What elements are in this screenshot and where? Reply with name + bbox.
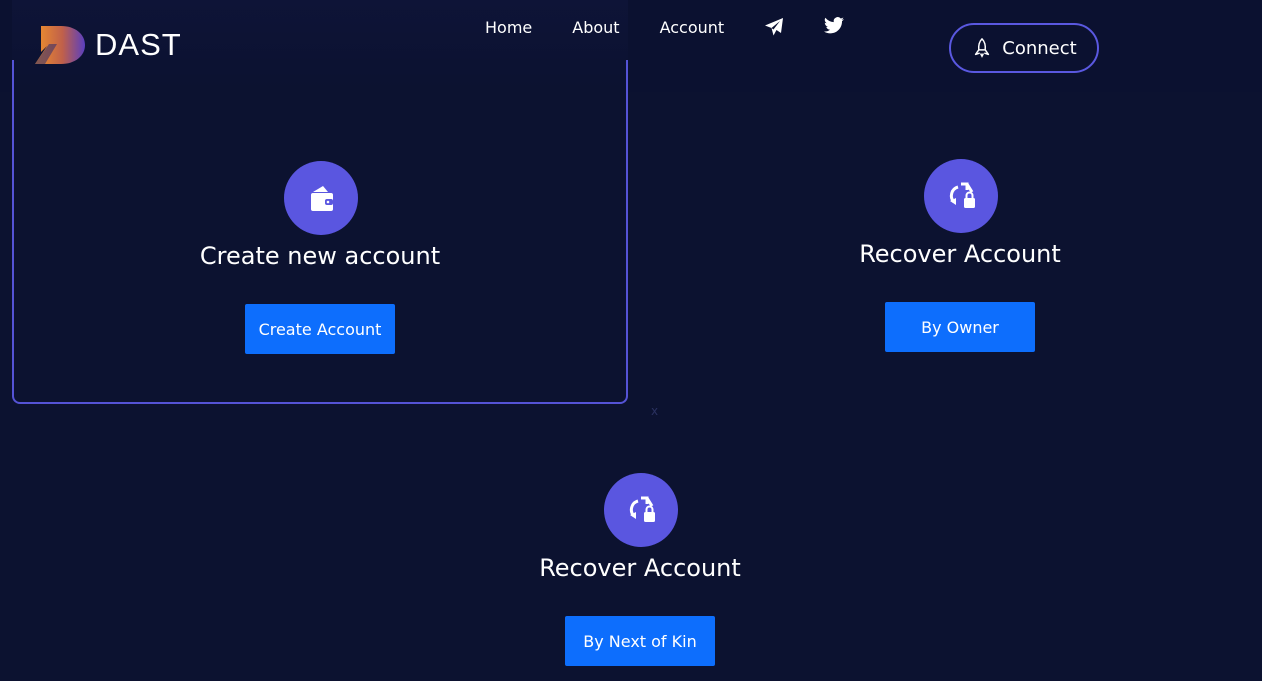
main-nav: Home About Account (485, 17, 845, 37)
recover-lock-icon (604, 473, 678, 547)
by-owner-button[interactable]: By Owner (885, 302, 1035, 352)
nav-about[interactable]: About (572, 18, 619, 37)
stray-text: x (651, 404, 659, 418)
by-next-of-kin-button[interactable]: By Next of Kin (565, 616, 715, 666)
recover-owner-title: Recover Account (859, 240, 1061, 268)
connect-button[interactable]: Connect (949, 23, 1099, 73)
create-account-button[interactable]: Create Account (245, 304, 395, 354)
recover-lock-icon (924, 159, 998, 233)
nav-account[interactable]: Account (660, 18, 725, 37)
connect-label: Connect (1002, 37, 1077, 59)
twitter-icon[interactable] (823, 17, 845, 37)
nav-home[interactable]: Home (485, 18, 532, 37)
page: DAST Home About Account Connect Create n… (0, 0, 1262, 681)
create-account-title: Create new account (199, 242, 441, 270)
recover-kin-title: Recover Account (539, 554, 741, 582)
brand-name: DAST (95, 27, 182, 62)
rocket-icon (975, 38, 990, 58)
telegram-icon[interactable] (764, 17, 784, 37)
wallet-icon (284, 161, 358, 235)
